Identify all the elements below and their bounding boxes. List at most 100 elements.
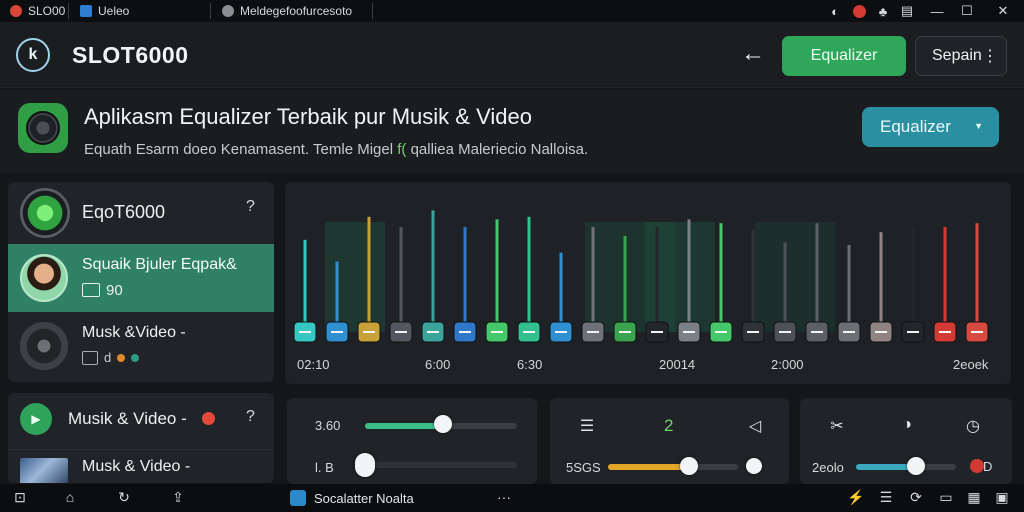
notifications-icon[interactable]: ▣ [992, 489, 1012, 507]
eq-knob-mark [779, 331, 791, 333]
eq-axis-label: 20014 [659, 357, 696, 372]
calendar-icon[interactable]: ▦ [964, 489, 984, 507]
green-knob-icon [20, 188, 70, 238]
os-tab-label: Meldegefoofurcesoto [240, 4, 353, 18]
list-item-selected[interactable]: Squaik Bjuler Eqpak& 90 [8, 244, 274, 312]
tab-divider [372, 3, 373, 19]
crop-icon[interactable]: ⊡ [10, 489, 30, 507]
eq-band-line [687, 219, 691, 332]
slider-label: 3.60 [315, 418, 341, 433]
media-panel: ▶ Musik & Video - ? Musk & Video - [8, 393, 274, 483]
list-icon[interactable]: ☰ [876, 489, 896, 507]
note-icon: d [104, 350, 112, 365]
sepain-menu-button[interactable]: Sepain ⋮ [915, 36, 1007, 76]
eq-band-line [655, 227, 659, 332]
eq-band-line [463, 227, 467, 332]
preset-list-panel: EqoT6000 ? Squaik Bjuler Eqpak& 90 Musk … [8, 182, 274, 382]
media-title: Musik & Video - [68, 409, 187, 428]
refresh-icon[interactable]: ↻ [114, 489, 134, 507]
equalizer-button[interactable]: Equalizer [782, 36, 906, 76]
eq-knob-mark [971, 331, 983, 333]
slider-handle[interactable] [433, 415, 452, 433]
network-icon[interactable]: ⚡ [846, 489, 866, 507]
shield-icon[interactable]: ◐ [822, 0, 848, 22]
app-header: k SLOT6000 ← Equalizer Sepain ⋮ [0, 22, 1024, 88]
back-arrow-icon[interactable]: ← [740, 40, 766, 68]
balance-slider[interactable] [365, 462, 517, 468]
list-icon[interactable]: ☰ [576, 416, 598, 436]
eq-band-line [495, 219, 499, 332]
share-icon[interactable]: ⇪ [168, 489, 188, 507]
slider-handle[interactable] [355, 453, 375, 477]
record-icon[interactable] [202, 412, 215, 425]
maximize-icon[interactable]: ☐ [954, 0, 980, 22]
help-icon[interactable]: ? [246, 408, 255, 426]
eq-glow [755, 222, 835, 332]
eq-band-line [879, 232, 883, 332]
os-tab-strip: SLO00 Ueleo Meldegefoofurcesoto ◐ ♣ ▤ — … [0, 0, 1024, 22]
equalizer-graph [293, 210, 989, 343]
eq-band-line [719, 223, 723, 332]
bell-icon[interactable]: ♣ [870, 0, 896, 22]
os-tab-1[interactable]: SLO00 [2, 0, 73, 22]
eq-axis-label: 6:00 [425, 357, 451, 372]
slider-handle[interactable] [907, 457, 925, 475]
home-icon[interactable]: ⌂ [60, 489, 80, 507]
list-item-title: Squaik Bjuler Eqpak& [82, 256, 237, 273]
shuffle-icon[interactable]: ✂ [826, 416, 848, 436]
sync-icon[interactable]: ⟳ [906, 489, 926, 507]
toggle-knob[interactable] [746, 458, 762, 474]
taskbar-app[interactable]: Socalatter Noalta [290, 488, 414, 508]
more-icon[interactable]: ··· [494, 489, 514, 507]
os-tab-2[interactable]: Ueleo [72, 0, 137, 22]
eq-knob-mark [331, 331, 343, 333]
red-badge-icon[interactable] [846, 0, 872, 22]
effect-slider[interactable] [856, 464, 956, 470]
play-icon[interactable]: ▶ [20, 403, 52, 435]
headphones-icon[interactable]: ◑ [896, 416, 918, 434]
list-item-count: 90 [106, 282, 123, 299]
os-tab-3[interactable]: Meldegefoofurcesoto [214, 0, 360, 22]
subtitle-highlight: f( [397, 141, 411, 158]
battery-icon[interactable]: ▭ [936, 489, 956, 507]
app-logo[interactable]: k [16, 38, 50, 72]
message-icon[interactable]: ▤ [894, 0, 920, 22]
eq-band-line [399, 227, 403, 332]
eq-knob-mark [939, 331, 951, 333]
slider-handle[interactable] [679, 457, 698, 475]
eq-knob-mark [491, 331, 503, 333]
media-row[interactable]: Musk & Video - [8, 449, 274, 483]
eq-band-line [783, 242, 787, 332]
equalizer-dropdown[interactable]: Equalizer ▼ [862, 107, 999, 147]
eq-axis-label: 6:30 [517, 357, 543, 372]
eq-knob-mark [395, 331, 407, 333]
minimize-icon[interactable]: — [924, 0, 950, 22]
eq-band-line [943, 227, 947, 332]
banner-title: Aplikasm Equalizer Terbaik pur Musik & V… [84, 104, 532, 129]
eq-knob-mark [747, 331, 759, 333]
help-icon[interactable]: ? [246, 198, 255, 216]
eq-knob-mark [651, 331, 663, 333]
speaker-knob-icon [20, 322, 68, 370]
slider-fill [608, 464, 689, 470]
preset-list-header: EqoT6000 ? [8, 182, 274, 244]
list-item-meta: d [82, 350, 140, 365]
speaker-volume-icon[interactable]: ◁ [744, 416, 766, 436]
eq-axis-label: 02:10 [297, 357, 330, 372]
eq-band-line [367, 216, 371, 332]
gain-slider[interactable] [608, 464, 738, 470]
speaker-icon [18, 103, 68, 153]
eq-knob-mark [587, 331, 599, 333]
eq-knob-mark [875, 331, 887, 333]
timer-icon[interactable]: ◷ [962, 416, 984, 436]
eq-knob-mark [619, 331, 631, 333]
promo-banner: Aplikasm Equalizer Terbaik pur Musik & V… [0, 89, 1024, 173]
eq-glow [325, 222, 385, 332]
eq-knob-mark [363, 331, 375, 333]
close-icon[interactable]: ✕ [990, 0, 1016, 22]
list-item[interactable]: Musk &Video - d [8, 312, 274, 382]
red-toggle-icon[interactable] [970, 459, 984, 473]
sepain-label: Sepain [932, 47, 982, 64]
eq-knob-mark [555, 331, 567, 333]
channel-number: 2 [664, 416, 674, 435]
